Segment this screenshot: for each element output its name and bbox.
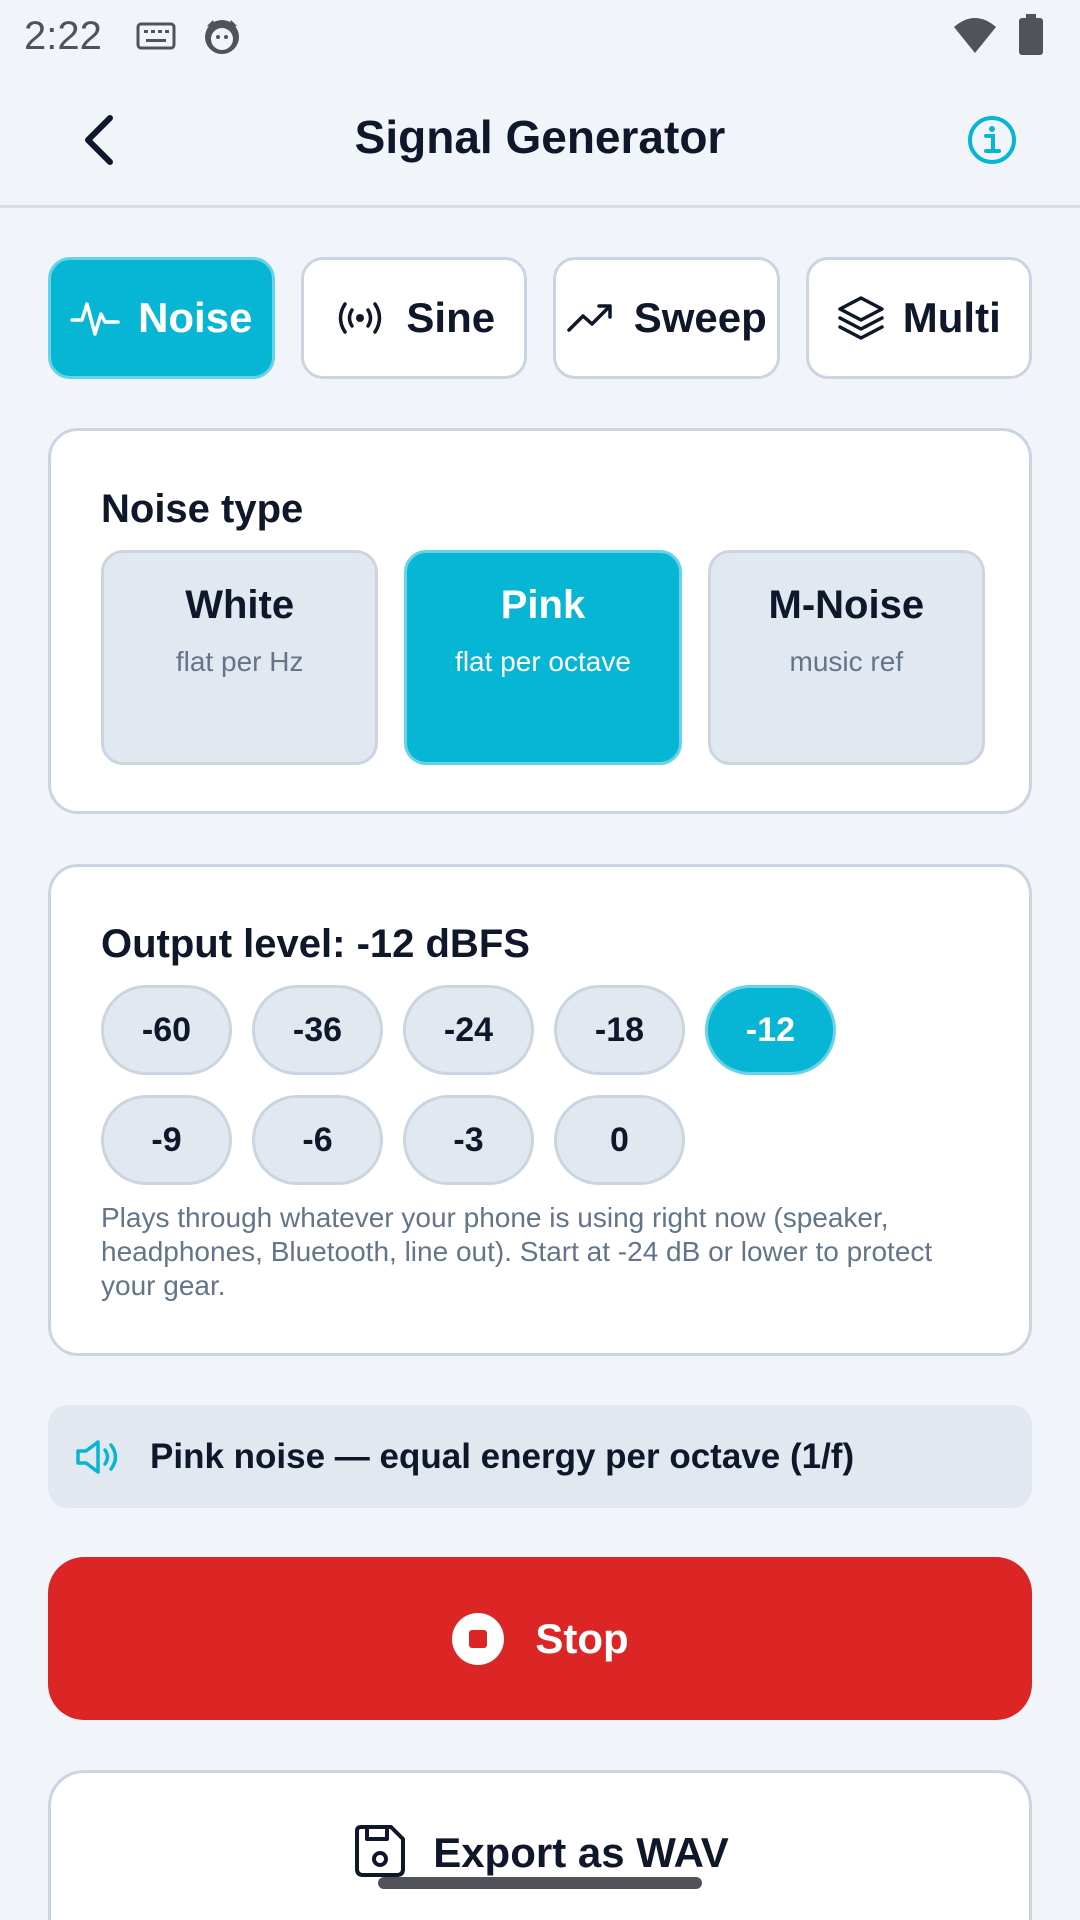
level-chip-minus-9[interactable]: -9 (101, 1095, 232, 1185)
level-chip-0[interactable]: 0 (554, 1095, 685, 1185)
cat-face-icon (202, 16, 242, 56)
noise-option-pink[interactable]: Pink flat per octave (404, 550, 682, 765)
page-title: Signal Generator (354, 111, 726, 163)
tab-sweep[interactable]: Sweep (553, 257, 780, 379)
noise-option-name: Pink (500, 583, 586, 627)
noise-option-white[interactable]: White flat per Hz (101, 550, 379, 765)
noise-type-options: White flat per Hz Pink flat per octave M… (101, 550, 985, 765)
output-level-card: Output level: -12 dBFS -60 -36 -24 -18 -… (48, 864, 1032, 1356)
output-level-title: Output level: -12 dBFS (101, 922, 530, 966)
home-indicator[interactable] (378, 1877, 702, 1889)
tab-sine[interactable]: Sine (300, 257, 527, 379)
noise-description-banner: Pink noise — equal energy per octave (1/… (48, 1405, 1032, 1508)
keyboard-icon (136, 21, 176, 51)
tab-noise-label: Noise (138, 294, 253, 341)
level-selector: -60 -36 -24 -18 -12 -9 -6 -3 0 (101, 985, 985, 1205)
speaker-icon (76, 1439, 118, 1474)
stop-button-label: Stop (535, 1614, 629, 1662)
status-time: 2:22 (24, 13, 102, 58)
noise-type-card: Noise type White flat per Hz Pink flat p… (48, 428, 1032, 814)
noise-option-m-noise[interactable]: M-Noise music ref (707, 550, 985, 765)
info-button[interactable] (964, 112, 1020, 168)
tab-multi[interactable]: Multi (805, 257, 1032, 379)
noise-option-sub: flat per octave (455, 646, 631, 677)
tab-sine-label: Sine (406, 294, 496, 341)
trend-up-icon (566, 304, 612, 332)
export-wav-button[interactable]: Export as WAV (48, 1770, 1032, 1920)
pulse-icon (70, 302, 120, 336)
status-bar: 2:22 (0, 0, 1080, 72)
level-chip-minus-18[interactable]: -18 (554, 985, 685, 1075)
info-icon (968, 116, 1016, 164)
level-chip-minus-36[interactable]: -36 (252, 985, 383, 1075)
stop-circle-icon (452, 1612, 505, 1665)
battery-icon (1018, 14, 1044, 61)
level-chip-minus-12[interactable]: -12 (705, 985, 836, 1075)
broadcast-icon (339, 302, 382, 334)
app-bar: Signal Generator (0, 72, 1080, 208)
noise-type-title: Noise type (101, 487, 304, 531)
level-chip-minus-6[interactable]: -6 (252, 1095, 383, 1185)
tab-noise[interactable]: Noise (48, 257, 275, 379)
level-chip-minus-60[interactable]: -60 (101, 985, 232, 1075)
noise-option-sub: flat per Hz (175, 646, 304, 677)
tab-multi-label: Multi (902, 294, 1001, 341)
mode-tabs: Noise Sine Sweep Multi (48, 257, 1032, 379)
layers-icon (838, 296, 884, 340)
noise-option-name: White (185, 583, 295, 627)
noise-option-sub: music ref (789, 646, 904, 677)
export-button-label: Export as WAV (433, 1829, 729, 1876)
noise-option-name: M-Noise (768, 583, 925, 627)
output-hint-text: Plays through whatever your phone is usi… (101, 1202, 933, 1301)
save-icon (355, 1825, 406, 1877)
tab-sweep-label: Sweep (633, 294, 767, 341)
level-chip-minus-24[interactable]: -24 (403, 985, 534, 1075)
banner-text: Pink noise — equal energy per octave (1/… (150, 1436, 855, 1476)
level-chip-minus-3[interactable]: -3 (403, 1095, 534, 1185)
stop-button[interactable]: Stop (48, 1557, 1032, 1720)
wifi-icon (952, 15, 998, 60)
